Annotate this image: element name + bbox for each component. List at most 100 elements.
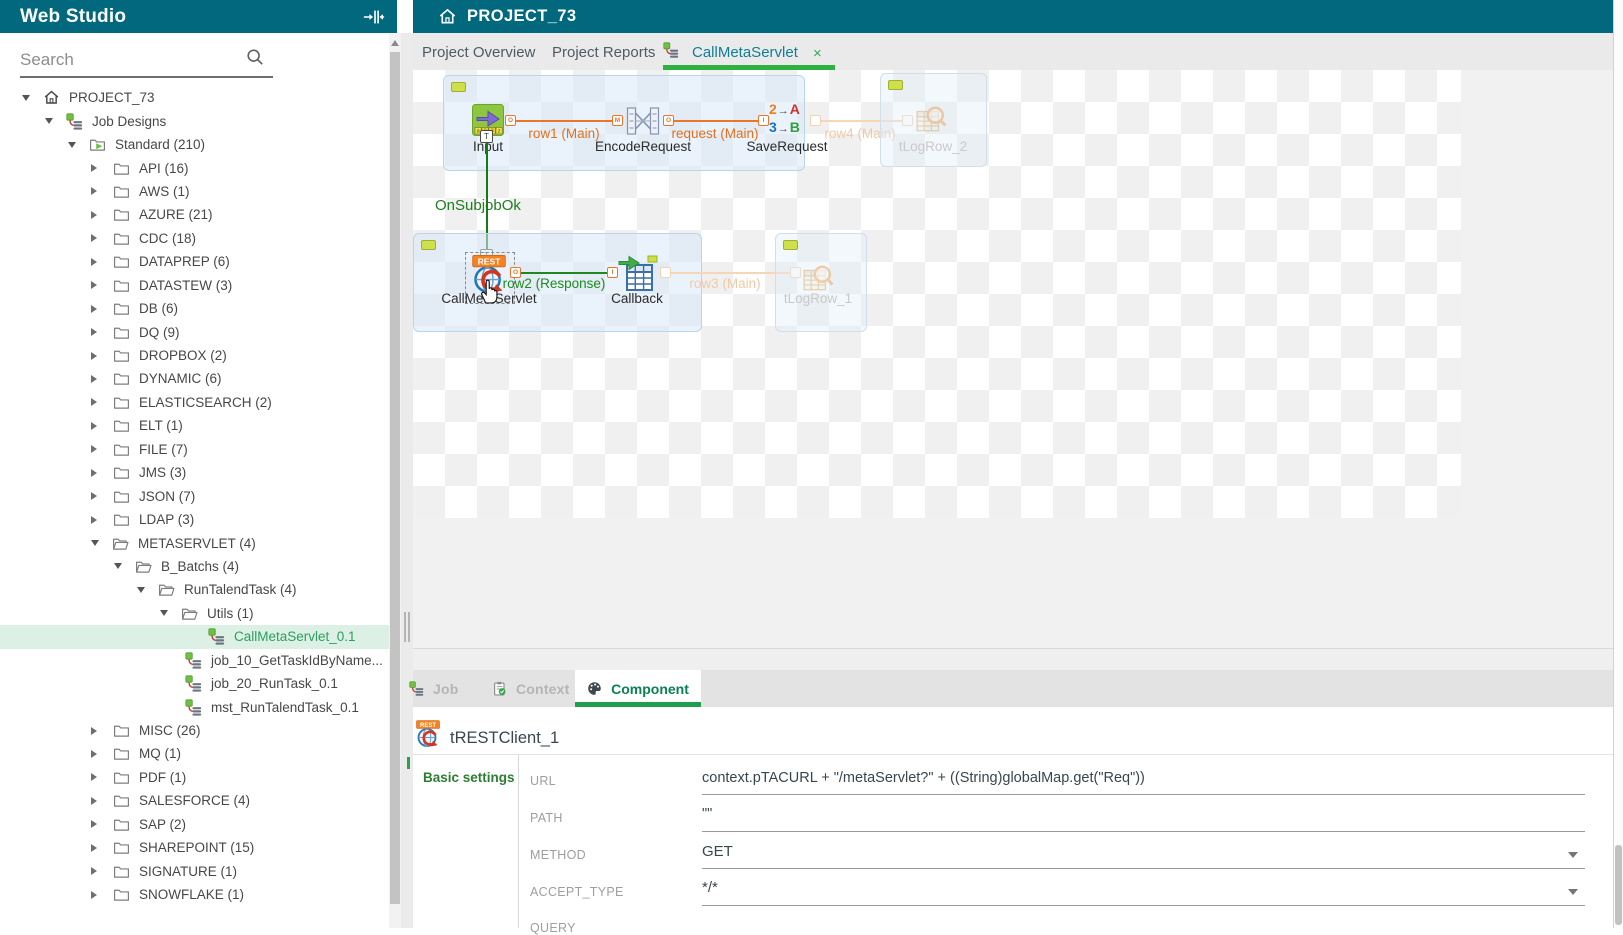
chevron-right-icon[interactable] — [91, 211, 97, 219]
chevron-right-icon[interactable] — [91, 492, 97, 500]
tree-item-file-7[interactable]: FILE (7) — [0, 438, 389, 461]
tree-item-mst-runtalendtask-0-1[interactable]: mst_RunTalendTask_0.1 — [0, 695, 389, 718]
tree-item-standard-210[interactable]: Standard (210) — [0, 133, 389, 156]
chevron-right-icon[interactable] — [91, 445, 97, 453]
tree-item-datastew-3[interactable]: DATASTEW (3) — [0, 274, 389, 297]
chevron-down-icon[interactable] — [22, 95, 30, 101]
chevron-right-icon[interactable] — [91, 516, 97, 524]
chevron-right-icon[interactable] — [91, 469, 97, 477]
tree-item-json-7[interactable]: JSON (7) — [0, 484, 389, 507]
connection-row1-label[interactable]: row1 (Main) — [528, 126, 599, 141]
tree-item-api-16[interactable]: API (16) — [0, 156, 389, 179]
tab-callmetaservlet[interactable]: CallMetaServlet — [692, 44, 798, 61]
tree-item-snowflake-1[interactable]: SNOWFLAKE (1) — [0, 883, 389, 906]
tree-item-b-batchs-4[interactable]: B_Batchs (4) — [0, 555, 389, 578]
chevron-right-icon[interactable] — [91, 727, 97, 735]
component-tlogrow2-icon[interactable] — [915, 103, 947, 135]
search-icon[interactable] — [246, 48, 264, 71]
component-callback-icon[interactable] — [618, 254, 658, 294]
tree-item-jms-3[interactable]: JMS (3) — [0, 461, 389, 484]
tab-job[interactable]: Job — [409, 670, 459, 707]
tree-item-db-6[interactable]: DB (6) — [0, 297, 389, 320]
chevron-right-icon[interactable] — [91, 258, 97, 266]
scrollbar-up-icon[interactable] — [391, 40, 399, 46]
tab-context[interactable]: Context — [492, 670, 570, 707]
component-tlogrow1-icon[interactable] — [802, 262, 834, 294]
page-scrollbar[interactable] — [1613, 0, 1623, 928]
chevron-right-icon[interactable] — [91, 375, 97, 383]
tree-item-dynamic-6[interactable]: DYNAMIC (6) — [0, 367, 389, 390]
splitter-grip[interactable] — [404, 612, 406, 642]
tree-item-cdc-18[interactable]: CDC (18) — [0, 227, 389, 250]
chevron-right-icon[interactable] — [91, 867, 97, 875]
chevron-right-icon[interactable] — [91, 352, 97, 360]
tree-item-sap-2[interactable]: SAP (2) — [0, 813, 389, 836]
nav-basic-settings[interactable]: Basic settings — [423, 770, 515, 785]
field-method-value[interactable]: GET — [702, 843, 733, 860]
tree-item-mq-1[interactable]: MQ (1) — [0, 742, 389, 765]
tree-item-signature-1[interactable]: SIGNATURE (1) — [0, 859, 389, 882]
connection-row2-label[interactable]: row2 (Response) — [503, 276, 606, 291]
chevron-right-icon[interactable] — [91, 891, 97, 899]
chevron-right-icon[interactable] — [91, 328, 97, 336]
chevron-down-icon[interactable] — [45, 118, 53, 124]
tree-item-utils-1[interactable]: Utils (1) — [0, 602, 389, 625]
close-tab-icon[interactable]: × — [813, 45, 822, 62]
subjob-collapse-chip[interactable] — [888, 80, 903, 90]
tree-item-job-10-gettaskidbyname[interactable]: job_10_GetTaskIdByName... — [0, 649, 389, 672]
tree-item-job-20-runtask-0-1[interactable]: job_20_RunTask_0.1 — [0, 672, 389, 695]
tree-item-project-73[interactable]: PROJECT_73 — [0, 86, 389, 109]
vertical-splitter[interactable] — [401, 33, 413, 928]
search-input[interactable] — [20, 48, 245, 72]
home-icon[interactable] — [438, 7, 457, 31]
chevron-down-icon[interactable] — [91, 540, 99, 546]
tree-item-misc-26[interactable]: MISC (26) — [0, 719, 389, 742]
job-design-canvas[interactable]: Input O row1 (Main) M EncodeRequest O re… — [413, 70, 1613, 648]
chevron-right-icon[interactable] — [91, 422, 97, 430]
field-path-value[interactable]: "" — [702, 806, 712, 822]
chevron-right-icon[interactable] — [91, 234, 97, 242]
tree-item-aws-1[interactable]: AWS (1) — [0, 180, 389, 203]
tree-item-metaservlet-4[interactable]: METASERVLET (4) — [0, 531, 389, 554]
chevron-down-icon[interactable] — [137, 587, 145, 593]
tree-item-dataprep-6[interactable]: DATAPREP (6) — [0, 250, 389, 273]
chevron-right-icon[interactable] — [91, 281, 97, 289]
connection-request-label[interactable]: request (Main) — [671, 126, 758, 141]
tree-item-dropbox-2[interactable]: DROPBOX (2) — [0, 344, 389, 367]
subjob-collapse-chip[interactable] — [421, 240, 436, 250]
tree-item-elt-1[interactable]: ELT (1) — [0, 414, 389, 437]
chevron-right-icon[interactable] — [91, 797, 97, 805]
tree-item-elasticsearch-2[interactable]: ELASTICSEARCH (2) — [0, 391, 389, 414]
subjob-collapse-chip[interactable] — [783, 240, 798, 250]
chevron-right-icon[interactable] — [91, 164, 97, 172]
tree-item-salesforce-4[interactable]: SALESFORCE (4) — [0, 789, 389, 812]
chevron-down-icon[interactable] — [160, 610, 168, 616]
tab-project-overview[interactable]: Project Overview — [422, 44, 535, 61]
chevron-right-icon[interactable] — [91, 398, 97, 406]
tree-item-job-designs[interactable]: Job Designs — [0, 109, 389, 132]
tree-item-sharepoint-15[interactable]: SHAREPOINT (15) — [0, 836, 389, 859]
sidebar-scrollbar-thumb[interactable] — [390, 52, 400, 904]
subjob-collapse-chip[interactable] — [451, 82, 466, 92]
tree-item-azure-21[interactable]: AZURE (21) — [0, 203, 389, 226]
tree-item-pdf-1[interactable]: PDF (1) — [0, 766, 389, 789]
field-accept-type-value[interactable]: */* — [702, 879, 718, 896]
component-saverequest-icon[interactable]: 2→A 3→B — [769, 101, 800, 137]
trigger-onsubjobok-label[interactable]: OnSubjobOk — [435, 197, 521, 214]
chevron-right-icon[interactable] — [91, 820, 97, 828]
tab-project-reports[interactable]: Project Reports — [552, 44, 655, 61]
chevron-down-icon[interactable] — [68, 142, 76, 148]
chevron-down-icon[interactable] — [114, 563, 122, 569]
accept-type-dropdown-icon[interactable] — [1568, 889, 1578, 895]
chevron-right-icon[interactable] — [91, 750, 97, 758]
sidebar-scrollbar[interactable] — [389, 33, 401, 928]
tree-item-dq-9[interactable]: DQ (9) — [0, 320, 389, 343]
tree-item-runtalendtask-4[interactable]: RunTalendTask (4) — [0, 578, 389, 601]
chevron-right-icon[interactable] — [91, 187, 97, 195]
chevron-right-icon[interactable] — [91, 844, 97, 852]
page-scrollbar-thumb[interactable] — [1615, 845, 1622, 925]
component-encoderequest-icon[interactable] — [625, 103, 661, 139]
collapse-sidebar-icon[interactable] — [363, 7, 385, 32]
chevron-right-icon[interactable] — [91, 305, 97, 313]
connection-row3-label[interactable]: row3 (Main) — [689, 276, 760, 291]
